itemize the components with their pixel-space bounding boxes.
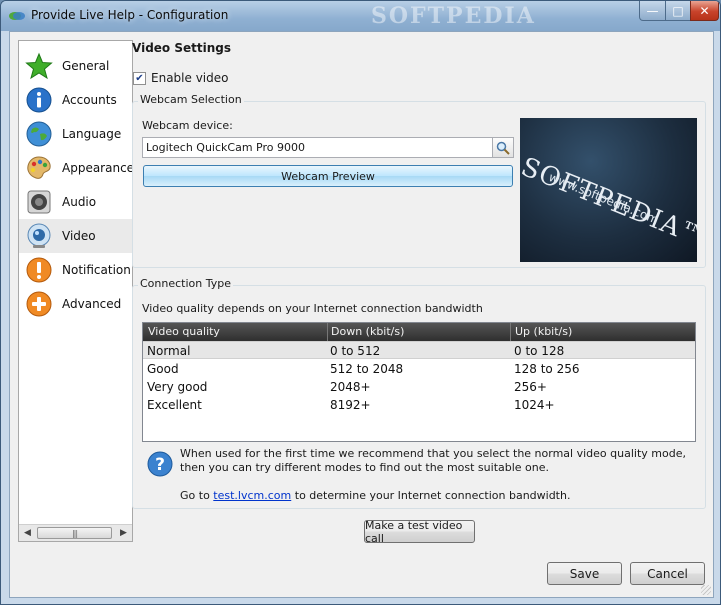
connection-type-title: Connection Type [138, 277, 234, 290]
sidebar-item-label: Advanced [62, 297, 122, 311]
sidebar-item-label: Audio [62, 195, 97, 209]
sidebar-item-label: Accounts [62, 93, 117, 107]
cell-up: 1024+ [514, 398, 555, 412]
plus-icon [26, 291, 52, 317]
cell-down: 512 to 2048 [330, 362, 404, 376]
help-icon: ? [147, 451, 173, 477]
minimize-icon: — [646, 3, 659, 18]
bandwidth-test-link[interactable]: test.lvcm.com [213, 489, 291, 502]
column-header-down[interactable]: Down (kbit/s) [331, 325, 404, 338]
webcam-preview-button[interactable]: Webcam Preview [143, 165, 513, 187]
enable-video-label: Enable video [151, 71, 229, 85]
scroll-right-icon[interactable]: ▶ [115, 525, 132, 541]
minimize-button[interactable]: — [639, 1, 666, 21]
column-divider[interactable] [510, 323, 511, 341]
app-icon [9, 12, 25, 20]
sidebar-item-notification[interactable]: Notification [19, 253, 132, 287]
watermark-logo: SOFTPEDIA [371, 3, 536, 29]
connection-description: Video quality depends on your Internet c… [142, 302, 483, 315]
close-icon: ✕ [699, 3, 710, 18]
search-icon [496, 141, 510, 155]
column-divider[interactable] [327, 323, 328, 341]
video-quality-table[interactable]: Video quality Down (kbit/s) Up (kbit/s) … [142, 322, 696, 442]
resize-grip[interactable] [701, 585, 711, 595]
svg-text:?: ? [155, 455, 165, 475]
cell-down: 0 to 512 [330, 344, 381, 358]
exclamation-icon [26, 257, 52, 283]
webcam-device-field[interactable]: Logitech QuickCam Pro 9000 [142, 137, 494, 158]
globe-icon [26, 121, 52, 147]
cell-quality: Good [147, 362, 179, 376]
scrollbar-thumb[interactable]: ||| [37, 527, 112, 539]
bandwidth-test-row: Go to test.lvcm.com to determine your In… [180, 489, 570, 502]
maximize-icon: □ [672, 3, 684, 18]
config-window: Provide Live Help - Configuration SOFTPE… [0, 0, 721, 605]
cell-up: 128 to 256 [514, 362, 580, 376]
window-title: Provide Live Help - Configuration [31, 8, 229, 22]
scroll-left-icon[interactable]: ◀ [19, 525, 36, 541]
speaker-icon [27, 190, 51, 214]
sidebar-item-label: Appearance [62, 161, 135, 175]
cell-quality: Excellent [147, 398, 202, 412]
palette-icon [27, 156, 51, 179]
cell-quality: Very good [147, 380, 208, 394]
table-row[interactable]: Good 512 to 2048 128 to 256 [143, 360, 695, 378]
goto-suffix: to determine your Internet connection ba… [294, 489, 571, 502]
settings-sidebar: General Accounts Language Appearance Aud… [18, 40, 135, 542]
checkbox-check-icon[interactable]: ✔ [133, 71, 146, 85]
info-icon [26, 87, 52, 113]
enable-video-checkbox[interactable]: ✔ Enable video [133, 71, 228, 85]
test-video-call-button[interactable]: Make a test video call [364, 519, 475, 545]
help-text: When used for the first time we recommen… [180, 447, 686, 474]
sidebar-item-audio[interactable]: Audio [19, 185, 132, 219]
webcam-device-label: Webcam device: [142, 119, 233, 132]
webcam-selection-title: Webcam Selection [138, 93, 244, 106]
webcam-icon [27, 223, 51, 248]
sidebar-item-label: Language [62, 127, 122, 141]
cell-up: 256+ [514, 380, 547, 394]
maximize-button[interactable]: □ [665, 1, 691, 21]
sidebar-item-general[interactable]: General [19, 49, 132, 83]
sidebar-item-label: Video [62, 229, 96, 243]
cell-down: 2048+ [330, 380, 371, 394]
cell-down: 8192+ [330, 398, 371, 412]
sidebar-item-advanced[interactable]: Advanced [19, 287, 132, 321]
cell-quality: Normal [147, 344, 191, 358]
section-title: Video Settings [132, 41, 231, 55]
table-header: Video quality Down (kbit/s) Up (kbit/s) [143, 323, 695, 341]
close-button[interactable]: ✕ [690, 1, 719, 21]
sidebar-item-language[interactable]: Language [19, 117, 132, 151]
sidebar-item-appearance[interactable]: Appearance [19, 151, 135, 185]
sidebar-item-label: General [62, 59, 110, 73]
cancel-button[interactable]: Cancel [630, 562, 705, 585]
sidebar-item-accounts[interactable]: Accounts [19, 83, 132, 117]
sidebar-item-label: Notification [62, 263, 131, 277]
column-header-up[interactable]: Up (kbit/s) [515, 325, 572, 338]
star-icon [25, 52, 53, 80]
table-row[interactable]: Very good 2048+ 256+ [143, 378, 695, 396]
client-area: General Accounts Language Appearance Aud… [9, 31, 714, 598]
sidebar-horizontal-scrollbar[interactable]: ◀ ||| ▶ [19, 524, 132, 541]
sidebar-item-video[interactable]: Video [19, 219, 132, 253]
goto-prefix: Go to [180, 489, 210, 502]
table-row[interactable]: Excellent 8192+ 1024+ [143, 396, 695, 414]
webcam-preview-image: SOFTPEDIA™ www.softpedia.com [520, 118, 697, 262]
table-row[interactable]: Normal 0 to 512 0 to 128 [143, 341, 695, 359]
column-header-quality[interactable]: Video quality [148, 325, 220, 338]
device-search-button[interactable] [492, 137, 514, 158]
cell-up: 0 to 128 [514, 344, 565, 358]
save-button[interactable]: Save [547, 562, 622, 585]
title-bar[interactable]: Provide Live Help - Configuration SOFTPE… [1, 1, 720, 31]
